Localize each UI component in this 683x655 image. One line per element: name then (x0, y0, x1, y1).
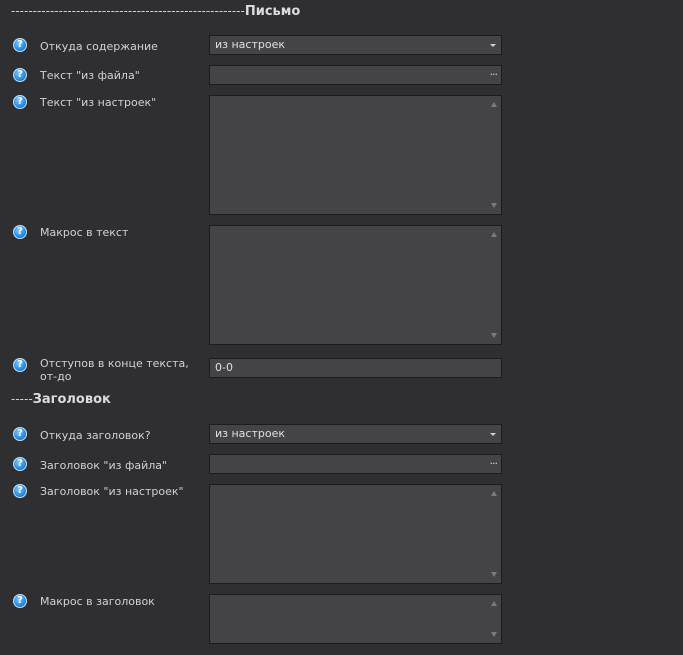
scroll-down-icon[interactable] (491, 203, 497, 208)
indents-input[interactable]: 0-0 (209, 358, 502, 378)
scrollbar[interactable] (487, 226, 501, 344)
label-header-source: Откуда заголовок? (40, 429, 151, 442)
text-from-settings-textarea[interactable] (209, 95, 502, 215)
header-from-settings-textarea[interactable] (209, 484, 502, 584)
label-text-from-file: Текст "из файла" (40, 69, 140, 82)
help-icon[interactable]: ? (13, 358, 27, 372)
header-from-file-input[interactable]: ··· (209, 454, 502, 474)
scroll-down-icon[interactable] (491, 333, 497, 338)
header-source-value: из настроек (215, 427, 286, 440)
section-title-text: Письмо (244, 4, 301, 19)
scroll-up-icon[interactable] (491, 232, 497, 237)
help-icon[interactable]: ? (13, 68, 27, 82)
scroll-up-icon[interactable] (491, 102, 497, 107)
scroll-down-icon[interactable] (491, 572, 497, 577)
help-icon[interactable]: ? (13, 484, 27, 498)
scrollbar[interactable] (487, 485, 501, 583)
scrollbar[interactable] (487, 96, 501, 214)
indents-value: 0-0 (215, 361, 233, 374)
scroll-up-icon[interactable] (491, 491, 497, 496)
scroll-up-icon[interactable] (491, 601, 497, 606)
content-source-value: из настроек (215, 38, 286, 51)
help-icon[interactable]: ? (13, 457, 27, 471)
label-header-from-settings: Заголовок "из настроек" (40, 485, 184, 498)
section-title-letter: ----------------------------------------… (11, 4, 300, 19)
header-source-select[interactable]: из настроек (209, 424, 502, 444)
macro-header-textarea[interactable] (209, 594, 502, 644)
settings-panel: ----------------------------------------… (0, 0, 683, 655)
scroll-down-icon[interactable] (491, 632, 497, 637)
section-title-header: -----Заголовок (11, 392, 111, 407)
help-icon[interactable]: ? (13, 427, 27, 441)
label-content-source: Откуда содержание (40, 40, 158, 53)
ellipsis-icon[interactable]: ··· (490, 66, 498, 84)
label-indents: Отступов в конце текста, от-до (40, 357, 189, 383)
label-macro-text: Макрос в текст (40, 226, 129, 239)
chevron-down-icon (490, 44, 496, 47)
label-macro-header: Макрос в заголовок (40, 595, 155, 608)
scrollbar[interactable] (487, 595, 501, 643)
label-text-from-settings: Текст "из настроек" (40, 96, 157, 109)
help-icon[interactable]: ? (13, 225, 27, 239)
help-icon[interactable]: ? (13, 594, 27, 608)
chevron-down-icon (490, 433, 496, 436)
ellipsis-icon[interactable]: ··· (490, 455, 498, 473)
section-title-text: Заголовок (32, 392, 111, 407)
help-icon[interactable]: ? (13, 38, 27, 52)
help-icon[interactable]: ? (13, 95, 27, 109)
macro-text-textarea[interactable] (209, 225, 502, 345)
section-dashes: ----------------------------------------… (11, 4, 245, 18)
text-from-file-input[interactable]: ··· (209, 65, 502, 85)
section-dashes: ----- (11, 392, 33, 406)
content-source-select[interactable]: из настроек (209, 35, 502, 55)
label-header-from-file: Заголовок "из файла" (40, 459, 168, 472)
